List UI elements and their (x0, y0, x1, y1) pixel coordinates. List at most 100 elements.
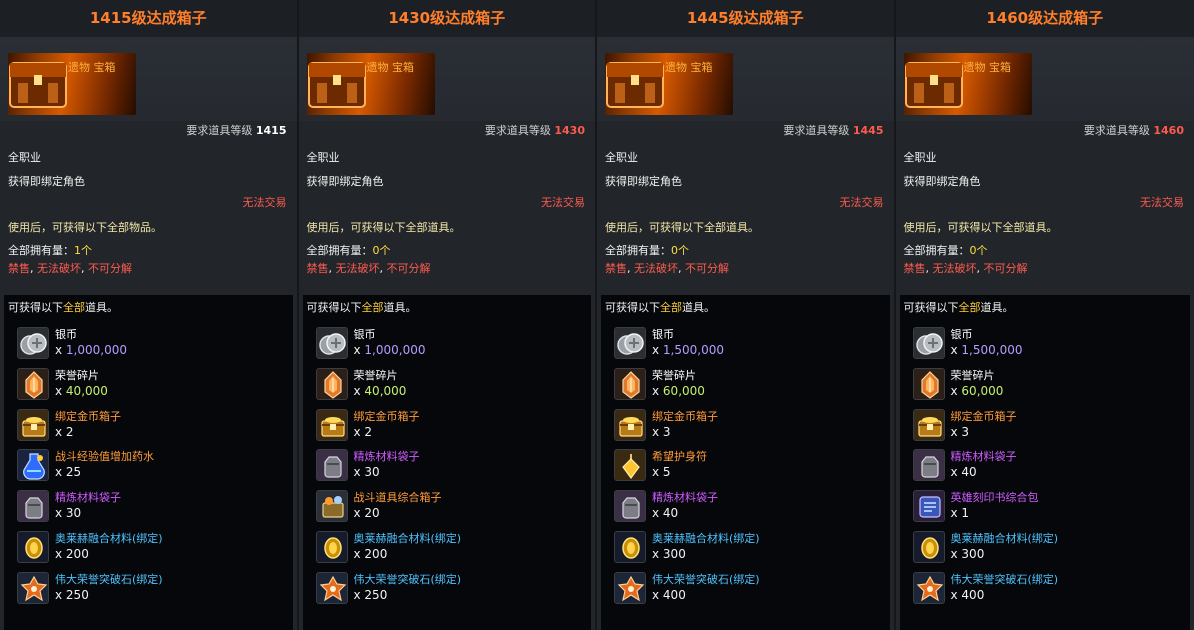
reward-item[interactable]: 战斗道具综合箱子 x 20 (303, 484, 592, 525)
reward-item-quantity: x 5 (652, 465, 671, 479)
reward-item[interactable]: 英雄刻印书综合包 x 1 (900, 484, 1191, 525)
flag-separator: , (976, 262, 984, 275)
required-level-label: 要求道具等级 (484, 124, 551, 137)
flag-no-sell: 禁售 (903, 262, 926, 275)
required-level: 要求道具等级 1430 (298, 121, 595, 145)
reward-item-qty-prefix: x (353, 546, 365, 561)
reward-item-name: 荣誉碎片 (353, 368, 398, 382)
reward-item-quantity: x 25 (55, 465, 81, 479)
reward-item[interactable]: 精炼材料袋子 x 40 (900, 443, 1191, 484)
reward-item-qty-value: 400 (662, 587, 686, 602)
reward-item[interactable]: 银币 x 1,000,000 (303, 321, 592, 362)
flag-no-disassemble: 不可分解 (983, 262, 1028, 275)
required-level-value: 1430 (554, 124, 585, 137)
chest-title: 1430级达成箱子 (298, 0, 595, 37)
reward-item-qty-value: 40 (961, 465, 977, 480)
reward-item-qty-value: 5 (662, 465, 671, 480)
reward-item-qty-value: 60,000 (961, 383, 1004, 398)
honor-shard-icon (614, 367, 646, 400)
engraving-pack-icon (912, 490, 945, 523)
reward-item-name: 绑定金币箱子 (55, 409, 121, 423)
reward-item[interactable]: 绑定金币箱子 x 2 (4, 403, 293, 444)
reward-item-qty-value: 250 (364, 587, 388, 602)
reward-item[interactable]: 荣誉碎片 x 60,000 (601, 362, 890, 403)
owned-count: 全部拥有量：0个 (895, 242, 1194, 260)
material-bag-icon (614, 490, 646, 523)
owned-value: 0个 (671, 244, 689, 257)
reward-item[interactable]: 银币 x 1,500,000 (601, 321, 890, 362)
flag-separator: , (678, 262, 685, 275)
reward-item-name: 奥莱赫融合材料(绑定) (353, 531, 462, 545)
treasure-chest-icon (605, 53, 667, 115)
reward-item[interactable]: 荣誉碎片 x 40,000 (4, 362, 293, 403)
reward-item-quantity: x 2 (55, 425, 74, 439)
reward-item[interactable]: 银币 x 1,000,000 (4, 321, 293, 362)
rewards-title: 可获得以下全部道具。 (4, 295, 293, 321)
reward-item[interactable]: 奥莱赫融合材料(绑定) x 300 (601, 525, 890, 566)
flag-indestructible: 无法破坏 (335, 262, 380, 275)
reward-item-quantity: x 20 (354, 506, 380, 520)
reward-item[interactable]: 绑定金币箱子 x 2 (303, 403, 592, 444)
reward-item[interactable]: 荣誉碎片 x 60,000 (900, 362, 1191, 403)
reward-item-qty-prefix: x (950, 546, 962, 561)
reward-item-name: 英雄刻印书综合包 (950, 491, 1039, 505)
flag-separator: , (81, 262, 88, 275)
reward-item-quantity: x 250 (354, 588, 388, 602)
breakthrough-stone-icon (315, 571, 348, 604)
reward-item-quantity: x 1,000,000 (55, 343, 127, 357)
reward-item[interactable]: 精炼材料袋子 x 30 (303, 443, 592, 484)
class-restriction: 全职业 (597, 145, 894, 171)
reward-item[interactable]: 奥莱赫融合材料(绑定) x 200 (4, 525, 293, 566)
reward-item[interactable]: 伟大荣誉突破石(绑定) x 400 (601, 566, 890, 607)
reward-item-qty-value: 1 (961, 506, 970, 521)
rewards-title: 可获得以下全部道具。 (601, 295, 890, 321)
reward-item-name: 荣誉碎片 (55, 368, 99, 382)
reward-item[interactable]: 奥莱赫融合材料(绑定) x 300 (900, 525, 1191, 566)
reward-item[interactable]: 希望护身符 x 5 (601, 443, 890, 484)
reward-item-qty-value: 2 (364, 424, 373, 439)
rewards-panel: 可获得以下全部道具。 银币 x 1,000,000 荣誉碎片 x 40,000 绑定金币箱… (302, 295, 592, 630)
required-level-value: 1415 (255, 124, 287, 137)
reward-item-qty-prefix: x (652, 424, 663, 439)
reward-item[interactable]: 战斗经验值增加药水 x 25 (4, 443, 293, 484)
reward-item-name: 银币 (950, 328, 973, 341)
item-flags: 禁售, 无法破坏, 不可分解 (895, 260, 1194, 277)
reward-item[interactable]: 绑定金币箱子 x 3 (601, 403, 890, 444)
trade-restriction: 无法交易 (0, 193, 297, 217)
rewards-title-highlight: 全部 (660, 301, 682, 314)
reward-item[interactable]: 精炼材料袋子 x 30 (4, 484, 293, 525)
required-level-value: 1445 (852, 124, 884, 137)
reward-item[interactable]: 奥莱赫融合材料(绑定) x 200 (303, 525, 592, 566)
reward-item[interactable]: 伟大荣誉突破石(绑定) x 250 (303, 566, 592, 607)
material-bag-icon (315, 449, 348, 482)
reward-item[interactable]: 伟大荣誉突破石(绑定) x 250 (4, 566, 293, 607)
reward-item-quantity: x 40 (951, 465, 977, 479)
trade-restriction: 无法交易 (597, 193, 894, 217)
owned-value: 0个 (372, 244, 391, 257)
reward-item-qty-prefix: x (950, 424, 962, 439)
reward-item[interactable]: 荣誉碎片 x 40,000 (303, 362, 592, 403)
fusion-material-icon (17, 530, 49, 563)
treasure-chest-icon (307, 53, 369, 115)
flag-no-disassemble: 不可分解 (88, 262, 132, 275)
gold-chest-icon (614, 408, 646, 441)
item-flags: 禁售, 无法破坏, 不可分解 (298, 260, 595, 277)
reward-item[interactable]: 伟大荣誉突破石(绑定) x 400 (900, 566, 1191, 607)
reward-item-qty-prefix: x (55, 506, 66, 521)
reward-item-name: 奥莱赫融合材料(绑定) (652, 531, 760, 545)
reward-item-quantity: x 1,500,000 (652, 343, 724, 357)
owned-label: 全部拥有量： (903, 244, 970, 257)
amulet-icon (614, 449, 646, 482)
reward-item-qty-prefix: x (950, 383, 962, 398)
reward-item-qty-prefix: x (55, 587, 66, 602)
reward-item-qty-value: 30 (364, 465, 380, 480)
reward-item-qty-value: 400 (961, 587, 985, 602)
reward-item[interactable]: 银币 x 1,500,000 (900, 321, 1191, 362)
required-level-label: 要求道具等级 (1083, 124, 1150, 137)
reward-item-quantity: x 40,000 (55, 384, 108, 398)
reward-item[interactable]: 精炼材料袋子 x 40 (601, 484, 890, 525)
flag-separator: , (379, 262, 387, 275)
reward-item-quantity: x 1,000,000 (354, 343, 426, 357)
reward-item-quantity: x 30 (354, 465, 380, 479)
reward-item[interactable]: 绑定金币箱子 x 3 (900, 403, 1191, 444)
